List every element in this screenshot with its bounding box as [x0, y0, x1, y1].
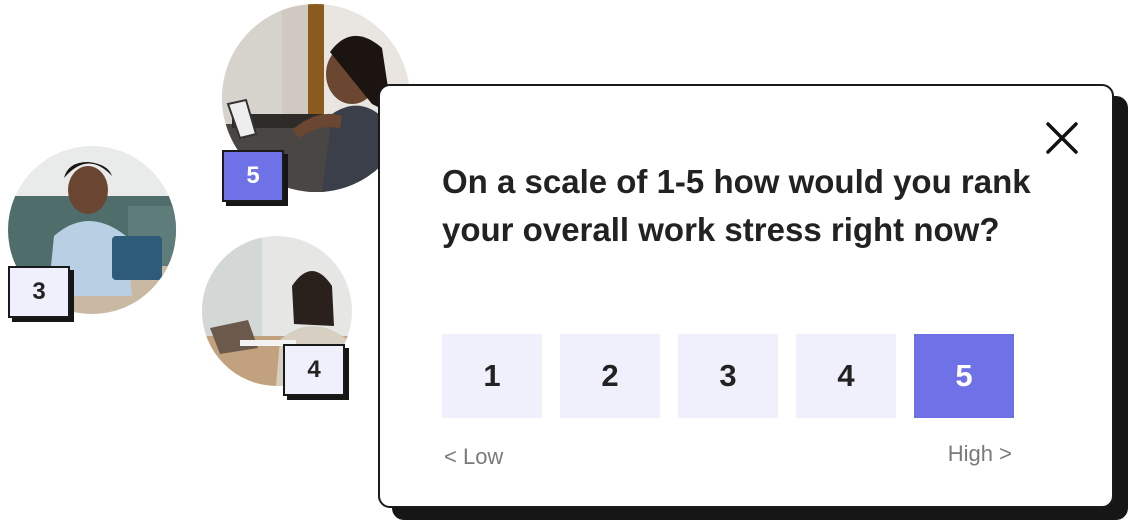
participant-1-rating-badge: 5	[222, 150, 284, 202]
rating-option-2[interactable]: 2	[560, 334, 660, 418]
close-icon[interactable]	[1042, 118, 1082, 158]
rating-option-4[interactable]: 4	[796, 334, 896, 418]
participant-3-rating-badge: 4	[283, 344, 345, 396]
scale-low-label: < Low	[444, 444, 504, 469]
rating-option-1[interactable]: 1	[442, 334, 542, 418]
participant-2-rating-badge: 3	[8, 266, 70, 318]
rating-option-3[interactable]: 3	[678, 334, 778, 418]
rating-options: 1 2 3 4 5	[442, 334, 1014, 418]
scale-high-label: High >	[947, 441, 1012, 466]
close-button[interactable]	[1042, 118, 1082, 158]
survey-question: On a scale of 1-5 how would you rank you…	[442, 163, 1031, 248]
rating-option-5[interactable]: 5	[914, 334, 1014, 418]
survey-card: On a scale of 1-5 how would you rank you…	[378, 84, 1114, 508]
